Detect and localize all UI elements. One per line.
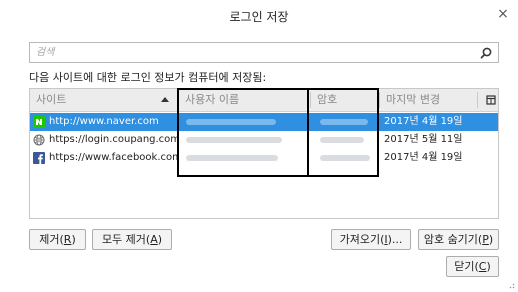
remove-button-suffix: ) — [71, 233, 76, 246]
hide-passwords-button-suffix: ) — [488, 233, 494, 246]
remove-button-label: 제거( — [39, 233, 64, 246]
search-box — [29, 42, 499, 63]
table-row[interactable]: https://www.facebook.com 2017년 4월 19일 — [30, 149, 498, 167]
column-header-last-changed[interactable]: 마지막 변경 — [380, 89, 470, 111]
remove-all-button[interactable]: 모두 제거(A) — [92, 229, 172, 250]
facebook-icon — [33, 152, 45, 164]
column-separator[interactable] — [477, 92, 478, 108]
username-cell — [186, 155, 278, 161]
naver-icon — [33, 116, 45, 128]
description-label: 다음 사이트에 대한 로그인 정보가 컴퓨터에 저장됨: — [29, 71, 267, 84]
column-picker-icon[interactable] — [486, 95, 496, 105]
table-row[interactable]: http://www.naver.com 2017년 4월 19일 — [30, 113, 498, 131]
site-cell: http://www.naver.com — [49, 116, 159, 127]
title-bar: 로그인 저장 × — [0, 0, 518, 30]
close-button[interactable]: 닫기(C) — [446, 256, 499, 277]
sort-ascending-icon — [161, 97, 169, 102]
close-icon[interactable]: × — [494, 5, 512, 23]
password-cell — [320, 137, 364, 143]
hide-passwords-button[interactable]: 암호 숨기기(P) — [418, 229, 499, 250]
remove-button[interactable]: 제거(R) — [29, 229, 86, 250]
site-cell: https://www.facebook.com — [49, 152, 177, 163]
logins-table: 사이트 사용자 이름 암호 마지막 변경 http://www.naver.co… — [29, 88, 499, 219]
last-changed-cell: 2017년 4월 19일 — [384, 152, 463, 163]
import-button-suffix: )... — [387, 233, 403, 246]
table-row[interactable]: https://login.coupang.com 2017년 5월 11일 — [30, 131, 498, 149]
globe-icon — [33, 134, 45, 146]
hide-passwords-button-accel: P — [482, 233, 489, 246]
remove-all-button-suffix: ) — [157, 233, 163, 246]
search-input[interactable] — [30, 43, 470, 62]
resize-grip-icon[interactable] — [507, 281, 515, 289]
username-cell — [186, 119, 276, 125]
remove-all-button-label: 모두 제거( — [101, 233, 151, 246]
column-header-username[interactable]: 사용자 이름 — [179, 89, 309, 111]
window-title: 로그인 저장 — [229, 10, 289, 24]
username-cell — [186, 137, 282, 143]
remove-all-button-accel: A — [150, 233, 158, 246]
close-button-suffix: ) — [486, 260, 491, 273]
close-button-label: 닫기( — [454, 260, 479, 273]
site-cell: https://login.coupang.com — [49, 134, 177, 145]
column-header-site[interactable]: 사이트 — [30, 89, 178, 111]
password-cell — [320, 155, 370, 161]
hide-passwords-button-label: 암호 숨기기( — [423, 233, 483, 246]
import-button[interactable]: 가져오기(I)... — [331, 229, 411, 250]
import-button-label: 가져오기( — [339, 233, 385, 246]
search-icon[interactable] — [479, 46, 493, 60]
last-changed-cell: 2017년 4월 19일 — [384, 116, 463, 127]
table-header: 사이트 사용자 이름 암호 마지막 변경 — [30, 89, 498, 112]
column-header-password[interactable]: 암호 — [311, 89, 379, 111]
password-cell — [320, 119, 368, 125]
last-changed-cell: 2017년 5월 11일 — [384, 134, 463, 145]
